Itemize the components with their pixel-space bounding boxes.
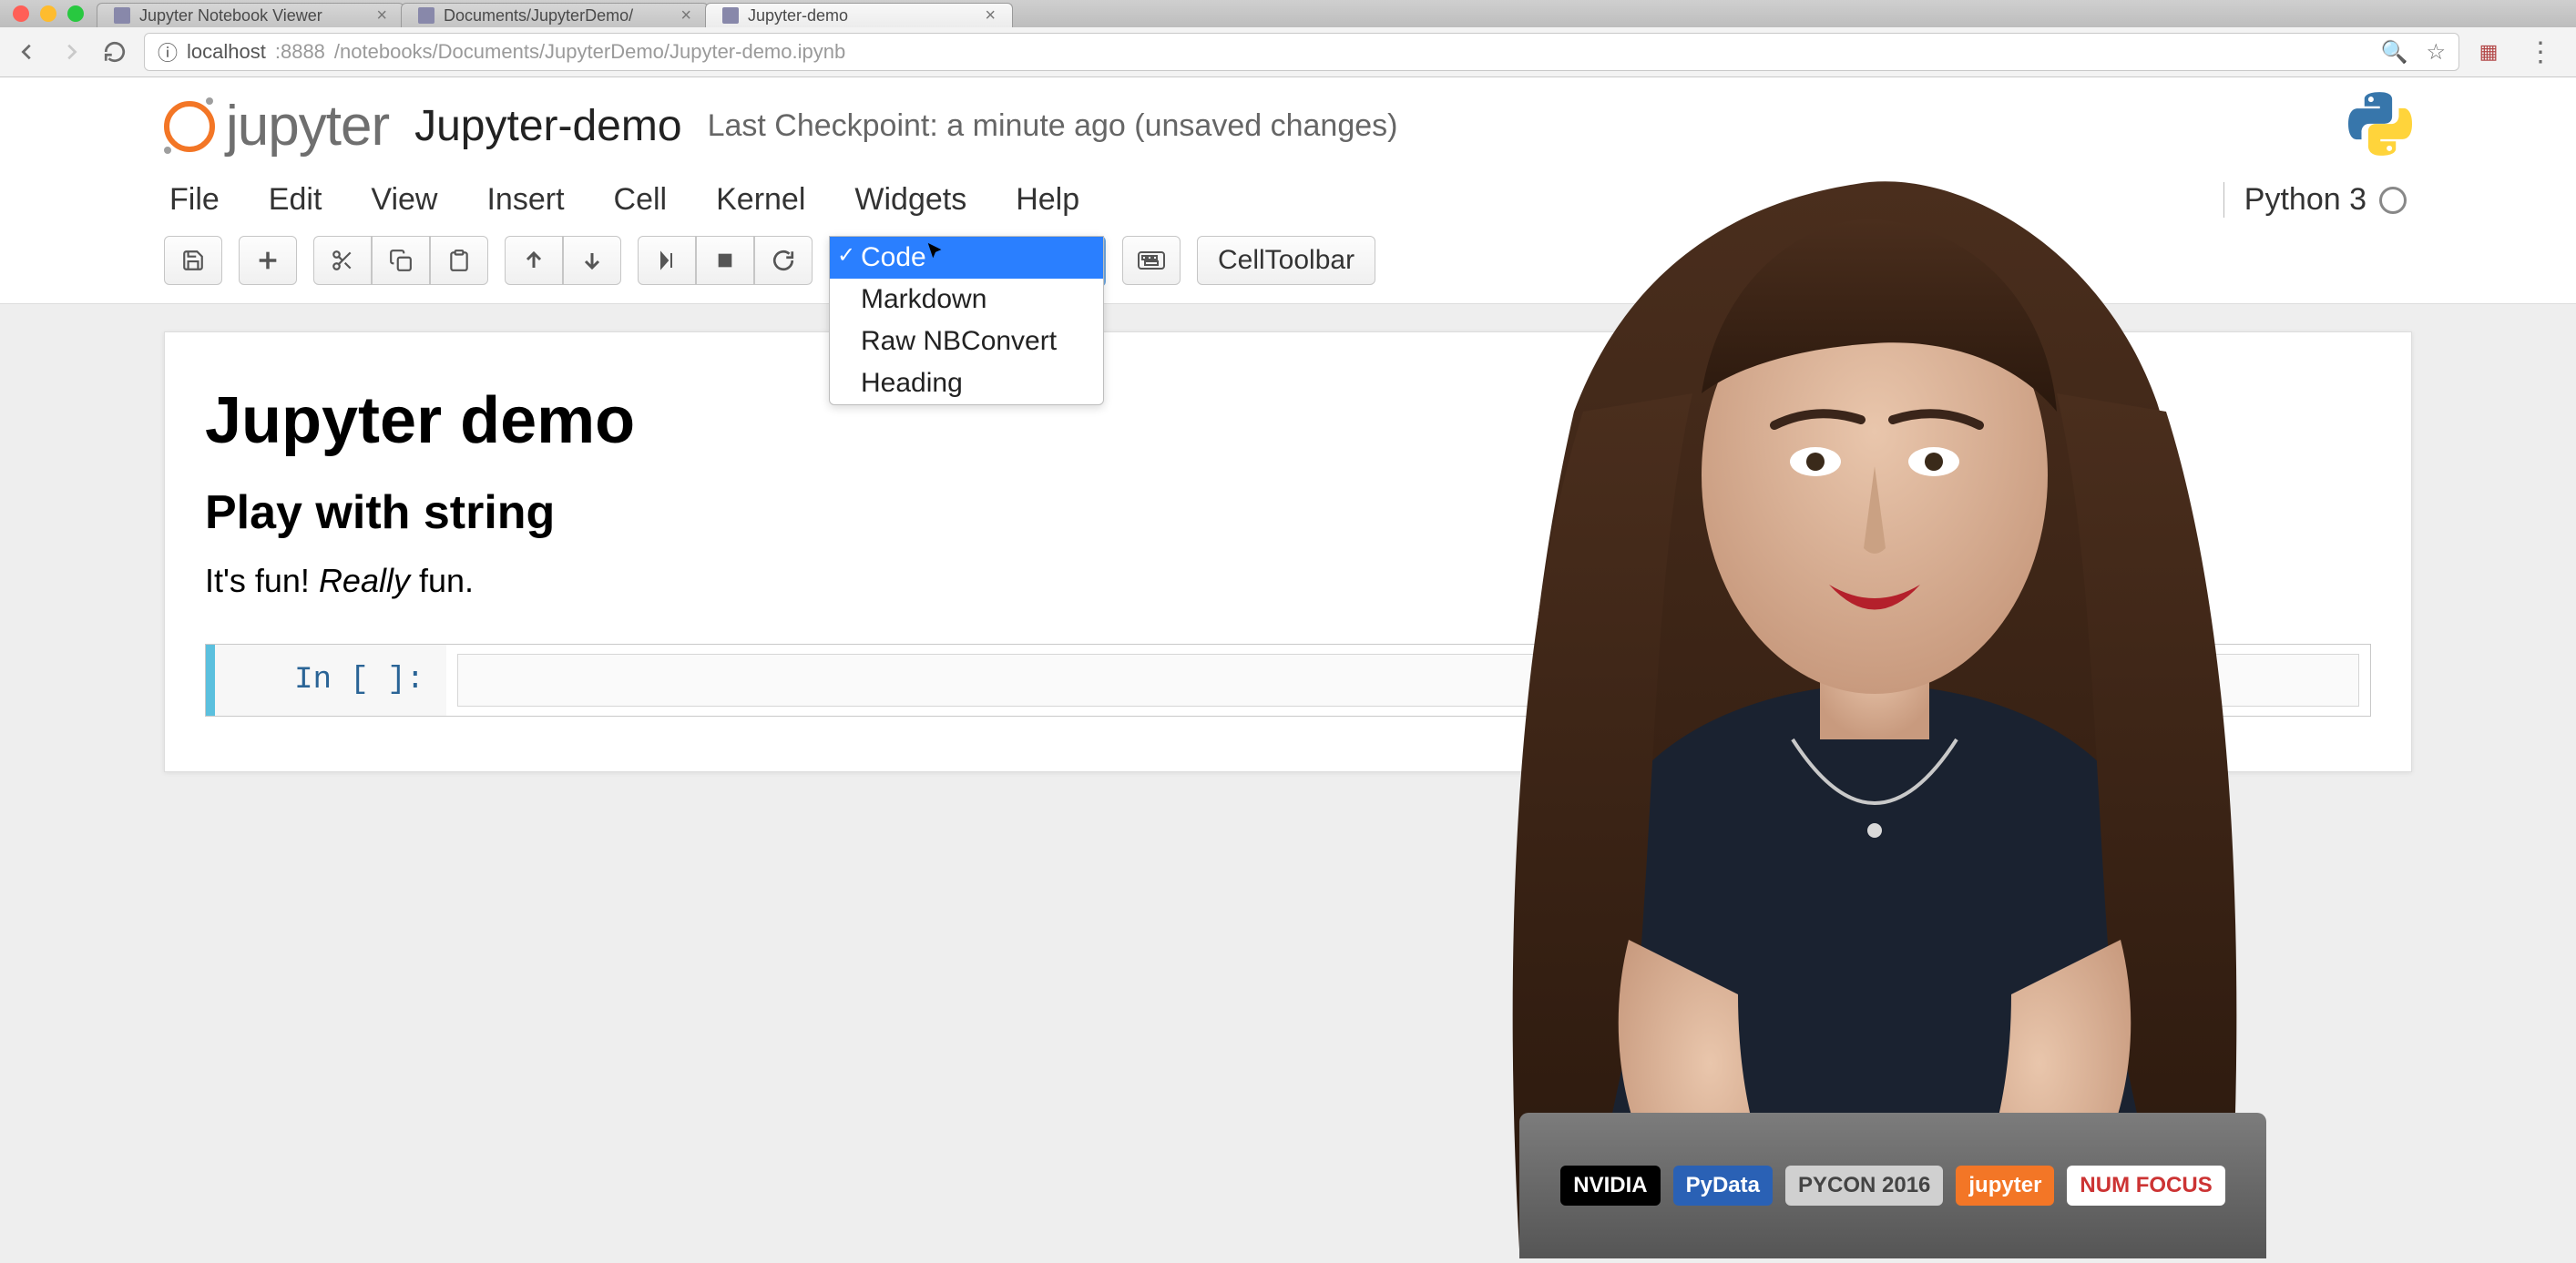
address-right: 🔍 ☆	[2381, 39, 2446, 66]
browser-tab-2[interactable]: Jupyter-demo ×	[705, 3, 1013, 27]
favicon-icon	[722, 7, 739, 24]
tab-label: Documents/JupyterDemo/	[444, 6, 633, 25]
sticker: NUM FOCUS	[2067, 1166, 2224, 1206]
interrupt-kernel-button[interactable]	[696, 236, 754, 285]
input-prompt: In [ ]:	[215, 645, 446, 716]
celltoolbar-label: CellToolbar	[1218, 245, 1354, 276]
command-palette-button[interactable]	[1122, 236, 1181, 285]
toolbar: Code Markdown Raw NBConvert Heading Cell…	[164, 236, 2412, 303]
python-logo-icon	[2348, 92, 2412, 160]
menu-widgets[interactable]: Widgets	[854, 182, 966, 218]
sticker: PYCON 2016	[1785, 1166, 1943, 1206]
notebook-container-wrap: Jupyter demo Play with string It's fun! …	[0, 304, 2576, 800]
save-button[interactable]	[164, 236, 222, 285]
forward-button[interactable]	[56, 37, 86, 66]
jupyter-logo-text: jupyter	[226, 94, 389, 158]
cell-type-option-heading[interactable]: Heading	[830, 362, 1103, 404]
extension-icon[interactable]: ▦	[2474, 37, 2503, 66]
cell-type-select[interactable]: Code Markdown Raw NBConvert Heading	[829, 236, 1106, 287]
markdown-h2: Play with string	[205, 485, 2371, 540]
cell-select-bar	[206, 645, 215, 716]
text-em: Really	[319, 562, 410, 599]
tab-close-icon[interactable]: ×	[680, 5, 691, 26]
tab-close-icon[interactable]: ×	[376, 5, 387, 26]
text-a: It's fun!	[205, 562, 319, 599]
menu-file[interactable]: File	[169, 182, 220, 218]
tab-close-icon[interactable]: ×	[985, 5, 996, 26]
browser-toolbar: ⓘ localhost :8888/notebooks/Documents/Jup…	[0, 27, 2576, 77]
menu-insert[interactable]: Insert	[486, 182, 564, 218]
markdown-h1: Jupyter demo	[205, 383, 2371, 458]
notebook-header: jupyter Jupyter-demo Last Checkpoint: a …	[0, 77, 2576, 304]
kernel-status-icon	[2379, 187, 2407, 214]
menu-kernel[interactable]: Kernel	[716, 182, 805, 218]
cell-type-option-rawnb[interactable]: Raw NBConvert	[830, 321, 1103, 362]
close-window-icon[interactable]	[13, 5, 29, 22]
copy-cell-button[interactable]	[372, 236, 430, 285]
jupyter-logo-icon	[164, 101, 215, 152]
sticker: NVIDIA	[1560, 1166, 1660, 1206]
favicon-icon	[418, 7, 434, 24]
code-input[interactable]	[457, 654, 2359, 707]
menu-cell[interactable]: Cell	[614, 182, 668, 218]
notebook-container: Jupyter demo Play with string It's fun! …	[164, 331, 2412, 772]
laptop-lid: NVIDIA PyData PYCON 2016 jupyter NUM FOC…	[1519, 1113, 2266, 1258]
tab-label: Jupyter-demo	[748, 6, 848, 25]
window-controls	[0, 5, 97, 27]
jupyter-page: jupyter Jupyter-demo Last Checkpoint: a …	[0, 77, 2576, 800]
sticker: PyData	[1673, 1166, 1773, 1206]
cut-cell-button[interactable]	[313, 236, 372, 285]
move-cell-down-button[interactable]	[563, 236, 621, 285]
run-cell-button[interactable]	[638, 236, 696, 285]
text-b: fun.	[410, 562, 474, 599]
code-cell[interactable]: In [ ]:	[205, 644, 2371, 717]
url-port: :8888	[275, 40, 325, 64]
favicon-icon	[114, 7, 130, 24]
cell-type-dropdown: Code Markdown Raw NBConvert Heading	[829, 236, 1104, 405]
restart-kernel-button[interactable]	[754, 236, 813, 285]
url-path: /notebooks/Documents/JupyterDemo/Jupyter…	[334, 40, 845, 64]
notebook-name[interactable]: Jupyter-demo	[414, 101, 681, 151]
move-cell-up-button[interactable]	[505, 236, 563, 285]
back-button[interactable]	[13, 37, 42, 66]
insert-cell-button[interactable]	[239, 236, 297, 285]
kernel-indicator[interactable]: Python 3	[2223, 182, 2407, 218]
minimize-window-icon[interactable]	[40, 5, 56, 22]
reload-button[interactable]	[100, 37, 129, 66]
kernel-name: Python 3	[2244, 182, 2366, 218]
menu-help[interactable]: Help	[1016, 182, 1079, 218]
tab-label: Jupyter Notebook Viewer	[139, 6, 322, 25]
maximize-window-icon[interactable]	[67, 5, 84, 22]
sticker: jupyter	[1956, 1166, 2054, 1206]
browser-tab-0[interactable]: Jupyter Notebook Viewer ×	[97, 3, 404, 27]
url-host: localhost	[187, 40, 266, 64]
menu-edit[interactable]: Edit	[269, 182, 322, 218]
browser-menu-button[interactable]: ⋮	[2518, 36, 2563, 68]
cell-type-option-markdown[interactable]: Markdown	[830, 279, 1103, 321]
browser-tab-strip: Jupyter Notebook Viewer × Documents/Jupy…	[0, 0, 2576, 27]
cell-type-option-code[interactable]: Code	[830, 237, 1103, 279]
bookmark-icon[interactable]: ☆	[2426, 39, 2446, 66]
checkpoint-status: Last Checkpoint: a minute ago (unsaved c…	[708, 108, 1398, 144]
browser-tab-1[interactable]: Documents/JupyterDemo/ ×	[401, 3, 709, 27]
zoom-icon[interactable]: 🔍	[2381, 39, 2408, 66]
jupyter-logo[interactable]: jupyter	[164, 94, 389, 158]
menu-view[interactable]: View	[371, 182, 437, 218]
markdown-paragraph: It's fun! Really fun.	[205, 562, 2371, 600]
paste-cell-button[interactable]	[430, 236, 488, 285]
site-info-icon[interactable]: ⓘ	[158, 37, 178, 66]
address-bar[interactable]: ⓘ localhost :8888/notebooks/Documents/Jup…	[144, 33, 2459, 71]
celltoolbar-button[interactable]: CellToolbar	[1197, 236, 1375, 285]
menubar: File Edit View Insert Cell Kernel Widget…	[164, 160, 2412, 236]
